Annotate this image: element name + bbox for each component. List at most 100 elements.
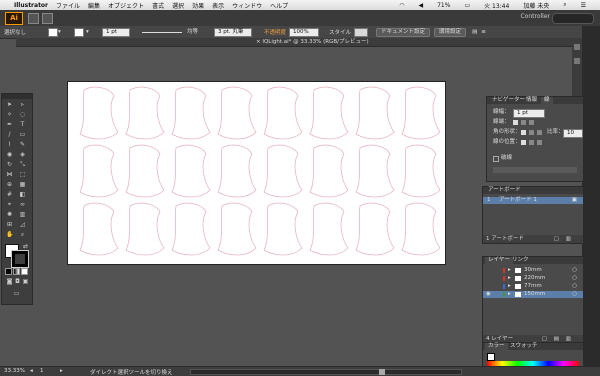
clock[interactable]: 火 13:44 <box>484 1 509 10</box>
visibility-eye-icon[interactable]: ◉ <box>486 291 491 298</box>
rotate-tool-icon[interactable]: ↻ <box>6 162 13 168</box>
battery-percent[interactable]: 71% <box>437 2 450 9</box>
volume-icon[interactable]: ◀ <box>418 2 423 9</box>
align-center-icon[interactable] <box>521 140 526 145</box>
bevel-join-icon[interactable] <box>537 130 542 135</box>
align-outside-icon[interactable] <box>537 140 542 145</box>
direct-selection-tool-icon[interactable]: ▹ <box>19 102 26 108</box>
panel-icon[interactable] <box>574 44 580 50</box>
layer-row[interactable]: ▸ 220mm ○ <box>483 275 583 282</box>
paintbrush-tool-icon[interactable]: ⌇ <box>6 142 13 148</box>
layer-target-icon[interactable]: ○ <box>572 267 577 274</box>
align-inside-icon[interactable] <box>529 140 534 145</box>
round-join-icon[interactable] <box>529 130 534 135</box>
stroke-weight-field[interactable]: 1 pt <box>102 27 130 37</box>
control-menu-icon[interactable]: ≡ <box>481 29 486 35</box>
zoom-level[interactable]: 33.33% <box>4 368 25 374</box>
layer-target-icon[interactable]: ○ <box>572 275 577 282</box>
selection-tool-icon[interactable]: ➤ <box>6 102 13 108</box>
wifi-icon[interactable]: ◠ <box>399 2 404 9</box>
screen-mode-icon[interactable]: ▭ <box>13 291 20 297</box>
limit-field[interactable]: 10 <box>563 129 583 138</box>
artboard-options-icon[interactable]: ▣ <box>572 197 577 204</box>
artboard-number[interactable]: 1 <box>40 368 44 374</box>
list-icon[interactable]: ☰ <box>581 2 586 9</box>
menu-effect[interactable]: 効果 <box>192 1 204 10</box>
layer-row[interactable]: ▸ 30mm ○ <box>483 267 583 274</box>
lasso-tool-icon[interactable]: ◌ <box>19 112 26 118</box>
tab-stroke[interactable]: 線 <box>541 97 553 104</box>
brush-field[interactable]: 3 pt. 丸筆 <box>214 27 252 37</box>
pen-tool-icon[interactable]: ✒ <box>6 122 13 128</box>
next-artboard-icon[interactable]: ▸ <box>60 368 63 374</box>
panel-icon[interactable] <box>574 58 580 64</box>
dash-fields[interactable] <box>493 167 577 173</box>
workspace-switcher[interactable]: Controller <box>520 13 550 20</box>
weight-field[interactable]: 1 pt <box>513 109 545 118</box>
dashed-checkbox[interactable] <box>493 156 499 162</box>
gradient-mode-icon[interactable] <box>13 268 20 275</box>
tab-info[interactable]: 情報 <box>523 97 540 104</box>
tab-color[interactable]: カラー <box>485 343 508 350</box>
menu-view[interactable]: 表示 <box>212 1 224 10</box>
first-artboard-icon[interactable]: ◂ <box>30 368 33 374</box>
pencil-tool-icon[interactable]: ✎ <box>19 142 26 148</box>
swap-fill-stroke-icon[interactable]: ⇄ <box>22 244 29 250</box>
miter-join-icon[interactable] <box>521 130 526 135</box>
stroke-dropdown-icon[interactable]: ▾ <box>86 29 98 35</box>
layer-name[interactable]: 30mm <box>524 267 542 274</box>
draw-inside-icon[interactable]: ▣ <box>22 279 29 285</box>
expand-layer-icon[interactable]: ▸ <box>508 275 511 282</box>
free-transform-tool-icon[interactable]: ⬚ <box>19 172 26 178</box>
style-swatch[interactable] <box>354 27 369 37</box>
scrollbar-thumb[interactable] <box>379 369 385 375</box>
menu-type[interactable]: 書式 <box>152 1 164 10</box>
menu-window[interactable]: ウィンドウ <box>232 1 262 10</box>
arrange-documents-icon[interactable] <box>42 13 53 24</box>
artboard[interactable] <box>67 81 446 265</box>
gradient-tool-icon[interactable]: ◧ <box>19 192 26 198</box>
symbol-sprayer-tool-icon[interactable]: ✺ <box>6 212 13 218</box>
expand-layer-icon[interactable]: ▸ <box>508 267 511 274</box>
bridge-icon[interactable] <box>28 13 39 24</box>
fill-dropdown-icon[interactable]: ▾ <box>58 29 66 35</box>
new-artboard-icon[interactable]: ▢ <box>554 235 559 243</box>
perspective-grid-tool-icon[interactable]: ▦ <box>19 182 26 188</box>
opacity-label[interactable]: 不透明度 <box>264 28 286 36</box>
blend-tool-icon[interactable]: ∞ <box>19 202 26 208</box>
stroke-profile-line[interactable] <box>142 31 182 33</box>
artboard-tool-icon[interactable]: ⊞ <box>6 222 13 228</box>
layer-target-icon[interactable]: ○ <box>572 291 577 298</box>
search-input[interactable] <box>552 13 594 24</box>
menu-app[interactable]: Illustrator <box>14 2 48 9</box>
draw-behind-icon[interactable]: ◘ <box>14 279 21 285</box>
layer-name[interactable]: 150mm <box>524 291 545 298</box>
line-tool-icon[interactable]: / <box>6 132 13 138</box>
menu-object[interactable]: オブジェクト <box>108 1 144 10</box>
layer-name[interactable]: 220mm <box>524 275 545 282</box>
tools-panel-header[interactable] <box>2 94 32 99</box>
scale-tool-icon[interactable]: ⤡ <box>19 162 26 168</box>
eraser-tool-icon[interactable]: ◈ <box>19 152 26 158</box>
tab-artboards[interactable]: アートボード <box>485 187 524 194</box>
hand-tool-icon[interactable]: ✋ <box>6 232 13 238</box>
stroke-color-icon[interactable] <box>11 250 29 268</box>
mesh-tool-icon[interactable]: # <box>6 192 13 198</box>
menu-edit[interactable]: 編集 <box>88 1 100 10</box>
zoom-tool-icon[interactable]: ⌕ <box>19 232 26 238</box>
color-fill-swatch[interactable] <box>487 353 495 361</box>
document-setup-button[interactable]: ドキュメント設定 <box>376 27 431 37</box>
menu-help[interactable]: ヘルプ <box>270 1 288 10</box>
tab-links[interactable]: リンク <box>509 257 532 264</box>
horizontal-scrollbar[interactable] <box>190 369 462 375</box>
preferences-button[interactable]: 環境設定 <box>434 27 467 37</box>
layer-name[interactable]: 77mm <box>524 283 542 290</box>
layer-target-icon[interactable]: ○ <box>572 283 577 290</box>
align-icon[interactable]: ▤ <box>472 29 477 35</box>
search-icon[interactable]: ⌕ <box>563 1 566 9</box>
graph-tool-icon[interactable]: ▥ <box>19 212 26 218</box>
artboard-name[interactable]: アートボード 1 <box>499 197 537 204</box>
document-tab[interactable]: × IQLight.ai* @ 33.33% (RGB/プレビュー) <box>256 38 369 46</box>
butt-cap-icon[interactable] <box>513 120 518 125</box>
slice-tool-icon[interactable]: ◿ <box>19 222 26 228</box>
